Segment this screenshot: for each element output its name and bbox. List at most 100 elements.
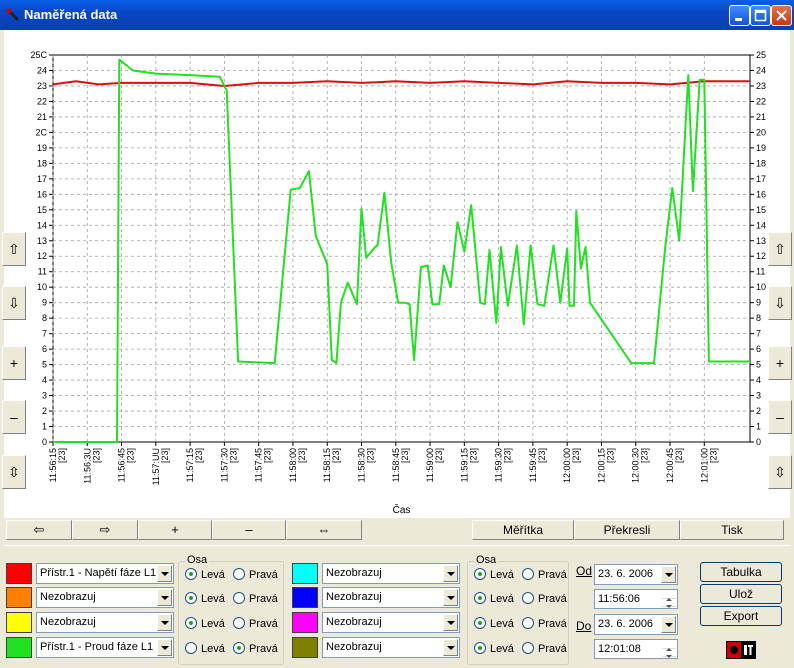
channel-2-color[interactable]: [6, 587, 32, 608]
channel-4-select[interactable]: Přístr.1 - Proud fáze L1: [36, 637, 174, 658]
channel-5-select[interactable]: Nezobrazuj: [322, 563, 460, 584]
channel-5-axis-left-radio[interactable]: Levá: [474, 568, 514, 581]
y-tick-label: 5: [42, 360, 47, 370]
y-tick-label-right: 14: [756, 220, 766, 230]
scroll-left-button[interactable]: ⇦: [6, 520, 72, 540]
channel-8-color[interactable]: [292, 637, 318, 658]
y-tick-label: 10: [37, 282, 47, 292]
channel-6-value: Nezobrazuj: [326, 591, 382, 603]
y-tick-label: 22: [37, 96, 47, 106]
channel-4-color[interactable]: [6, 637, 32, 658]
radio-label: Levá: [201, 643, 225, 655]
print-button[interactable]: Tisk: [680, 520, 784, 540]
channel-3-axis-left-radio[interactable]: Levá: [185, 617, 225, 630]
from-time-field[interactable]: 11:56:06: [594, 589, 678, 609]
table-button[interactable]: Tabulka: [700, 562, 782, 582]
channel-1-color[interactable]: [6, 563, 32, 584]
channel-4-axis-left-radio[interactable]: Levá: [185, 642, 225, 655]
time-zoom-in-button[interactable]: +: [138, 520, 212, 540]
channel-7-axis-right-radio[interactable]: Pravá: [522, 617, 567, 630]
channel-6-color[interactable]: [292, 587, 318, 608]
maximize-button[interactable]: [750, 5, 771, 26]
channel-4-axis-right-radio[interactable]: Pravá: [233, 642, 278, 655]
channel-6-select[interactable]: Nezobrazuj: [322, 587, 460, 608]
y-tick-label-right: 1: [756, 422, 761, 432]
y-tick-label-right: 2: [756, 406, 761, 416]
radio-dot-icon: [233, 568, 245, 580]
scroll-right-button[interactable]: ⇨: [72, 520, 138, 540]
channel-6-axis-left-radio[interactable]: Levá: [474, 592, 514, 605]
to-date-picker[interactable]: 23. 6. 2006: [594, 614, 678, 635]
right-scroll-down-button[interactable]: ⇩: [768, 286, 792, 320]
spin-down-icon[interactable]: [662, 649, 676, 658]
left-scroll-up-button[interactable]: ⇧: [2, 232, 26, 266]
channel-8-axis-right-radio[interactable]: Pravá: [522, 642, 567, 655]
from-time-spinner[interactable]: [662, 591, 676, 608]
to-date-value: 23. 6. 2006: [598, 618, 654, 630]
y-tick-label: 9: [42, 298, 47, 308]
to-time-spinner[interactable]: [662, 641, 676, 658]
chart-area: 0 0 1 1 2 2 3 3 4 4 5 5 6 6 7 7 8 8 9 9 10 10 11 11 12 12 13 13 14 14…: [4, 30, 790, 518]
export-button[interactable]: Export: [700, 606, 782, 626]
right-zoom-in-button[interactable]: +: [768, 346, 792, 380]
radio-dot-icon: [474, 617, 486, 629]
spin-up-icon[interactable]: [662, 591, 676, 601]
y-tick-label: 3: [42, 391, 47, 401]
radio-label: Pravá: [538, 643, 567, 655]
redraw-button[interactable]: Překresli: [574, 520, 680, 540]
spin-up-icon[interactable]: [662, 641, 676, 651]
time-zoom-out-button[interactable]: –: [212, 520, 286, 540]
left-zoom-out-button[interactable]: –: [2, 400, 26, 434]
channel-8-axis-left-radio[interactable]: Levá: [474, 642, 514, 655]
channel-2-select[interactable]: Nezobrazuj: [36, 587, 174, 608]
channel-7-color[interactable]: [292, 612, 318, 633]
left-zoom-in-button[interactable]: +: [2, 346, 26, 380]
channel-7-select[interactable]: Nezobrazuj: [322, 612, 460, 633]
from-date-picker[interactable]: 23. 6. 2006: [594, 564, 678, 585]
channel-6-axis-right-radio[interactable]: Pravá: [522, 592, 567, 605]
channel-1-axis-left-radio[interactable]: Levá: [185, 568, 225, 581]
close-button[interactable]: [771, 5, 792, 26]
y-tick-label: 11: [38, 267, 47, 277]
channel-8-select[interactable]: Nezobrazuj: [322, 637, 460, 658]
channel-3-select[interactable]: Nezobrazuj: [36, 612, 174, 633]
chevron-down-icon: [157, 614, 172, 631]
y-tick-label-right: 21: [756, 112, 766, 122]
x-tick-day-label: [23]: [674, 448, 684, 463]
time-fit-button[interactable]: ⇔: [286, 520, 362, 540]
to-time-field[interactable]: 12:01:08: [594, 639, 678, 659]
axis-group-caption: Osa: [185, 554, 210, 566]
y-tick-label-right: 23: [756, 81, 766, 91]
channel-3-axis-right-radio[interactable]: Pravá: [233, 617, 278, 630]
radio-label: Levá: [201, 593, 225, 605]
left-scroll-down-button[interactable]: ⇩: [2, 286, 26, 320]
from-label: Od: [576, 564, 593, 578]
spin-down-icon[interactable]: [662, 599, 676, 608]
save-button[interactable]: Ulož: [700, 584, 782, 604]
radio-dot-icon: [185, 568, 197, 580]
channel-5-axis-right-radio[interactable]: Pravá: [522, 568, 567, 581]
right-scroll-up-button[interactable]: ⇧: [768, 232, 792, 266]
scales-button[interactable]: Měřítka: [472, 520, 574, 540]
channel-7-axis-left-radio[interactable]: Levá: [474, 617, 514, 630]
radio-dot-icon: [474, 592, 486, 604]
channel-5-color[interactable]: [292, 563, 318, 584]
channel-1-axis-right-radio[interactable]: Pravá: [233, 568, 278, 581]
x-tick-day-label: [23]: [503, 448, 513, 463]
minimize-button[interactable]: [729, 5, 750, 26]
channel-3-color[interactable]: [6, 612, 32, 633]
channel-4-value: Přístr.1 - Proud fáze L1: [40, 641, 154, 653]
right-zoom-out-button[interactable]: –: [768, 400, 792, 434]
right-fit-button[interactable]: ⇳: [768, 455, 792, 489]
chevron-down-icon: [443, 639, 458, 656]
x-tick-day-label: [23]: [571, 448, 581, 463]
channel-1-select[interactable]: Přístr.1 - Napětí fáze L1: [36, 563, 174, 584]
left-fit-button[interactable]: ⇳: [2, 455, 26, 489]
x-tick-day-label: [23]: [297, 448, 307, 463]
maximize-icon: [754, 9, 767, 22]
title-bar: Naměřená data: [0, 0, 794, 30]
channel-2-axis-right-radio[interactable]: Pravá: [233, 592, 278, 605]
chevron-down-icon: [443, 589, 458, 606]
channel-2-axis-left-radio[interactable]: Levá: [185, 592, 225, 605]
channel-8-value: Nezobrazuj: [326, 641, 382, 653]
